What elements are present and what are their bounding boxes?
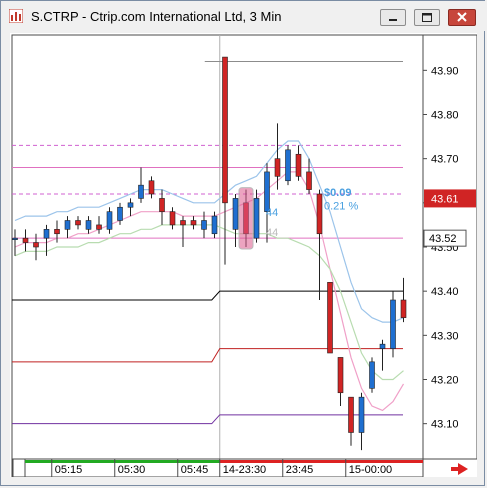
candle-body [211,215,218,235]
candle-body [127,202,134,208]
y-tick-label: 43.80 [431,110,459,122]
candle-body [222,56,228,204]
candle-body [379,343,386,349]
minimize-button[interactable] [380,9,406,26]
x-tick-label: 23:45 [286,464,314,476]
candle-body [390,299,396,349]
title-bar[interactable]: S.CTRP - Ctrip.com International Ltd, 3 … [1,1,486,31]
candle-body [285,149,291,182]
candle-body [327,282,333,354]
session-strip-green [25,460,220,463]
candle-body [295,153,302,177]
last-price-label: 43.61 [431,193,459,205]
chart-window: S.CTRP - Ctrip.com International Ltd, 3 … [0,0,486,486]
y-tick-label: 43.70 [431,154,459,166]
candle-body [358,396,365,433]
candle-body [106,211,113,230]
candle-body [201,220,207,230]
candle-body [232,198,239,230]
price-chart[interactable]: $0.090.21 %444443.9043.8043.7043.6043.50… [10,33,478,478]
candle-body [264,171,270,212]
bid-price-label: 43.52 [429,233,457,245]
chart-app-icon [9,9,23,23]
candle-body [253,198,260,239]
candle-body [400,299,407,318]
candle-body [348,396,354,433]
y-tick-label: 43.90 [431,65,459,77]
selected-candle-highlight[interactable] [238,187,254,250]
candle-body [64,220,71,230]
candle-body [369,361,375,389]
x-tick-label: 14-23:30 [223,464,266,476]
candle-body [96,224,102,230]
size-label: 44 [266,207,278,219]
candle-body [159,198,165,212]
session-strip-red [219,460,423,463]
candle-body [12,237,18,240]
x-tick-label: 05:45 [181,464,209,476]
candle-body [33,242,39,248]
close-icon [457,12,467,22]
candle-body [306,171,312,190]
candle-body [75,220,81,226]
scroll-right-arrow-icon[interactable] [451,463,468,475]
window-title: S.CTRP - Ctrip.com International Ltd, 3 … [31,9,282,24]
change-value-label: $0.09 [324,187,352,199]
candle-body [85,220,92,230]
candle-body [54,229,60,235]
candle-body [138,184,144,199]
candle-body [316,193,323,235]
close-button[interactable] [448,9,476,26]
candle-body [117,206,123,221]
candle-body [169,211,176,226]
x-tick-label: 05:15 [55,464,83,476]
candle-body [180,220,186,226]
y-tick-label: 43.30 [431,330,459,342]
candle-body [148,180,155,195]
change-percent-label: 0.21 % [324,200,358,212]
chart-area[interactable]: $0.090.21 %444443.9043.8043.7043.6043.50… [10,33,478,478]
size-label: 44 [266,227,278,239]
maximize-button[interactable] [414,9,440,26]
x-tick-label: 15-00:00 [349,464,392,476]
minimize-icon [389,19,397,21]
candle-body [337,357,344,394]
y-tick-label: 43.20 [431,375,459,387]
x-tick-label: 05:30 [118,464,146,476]
candle-body [274,158,281,177]
candle-body [190,220,197,226]
y-tick-label: 43.10 [431,419,459,431]
candle-body [22,237,29,243]
y-tick-label: 43.40 [431,286,459,298]
time-axis-scroll-handle[interactable] [12,458,26,478]
maximize-icon [422,13,432,22]
candle-body [43,229,50,239]
